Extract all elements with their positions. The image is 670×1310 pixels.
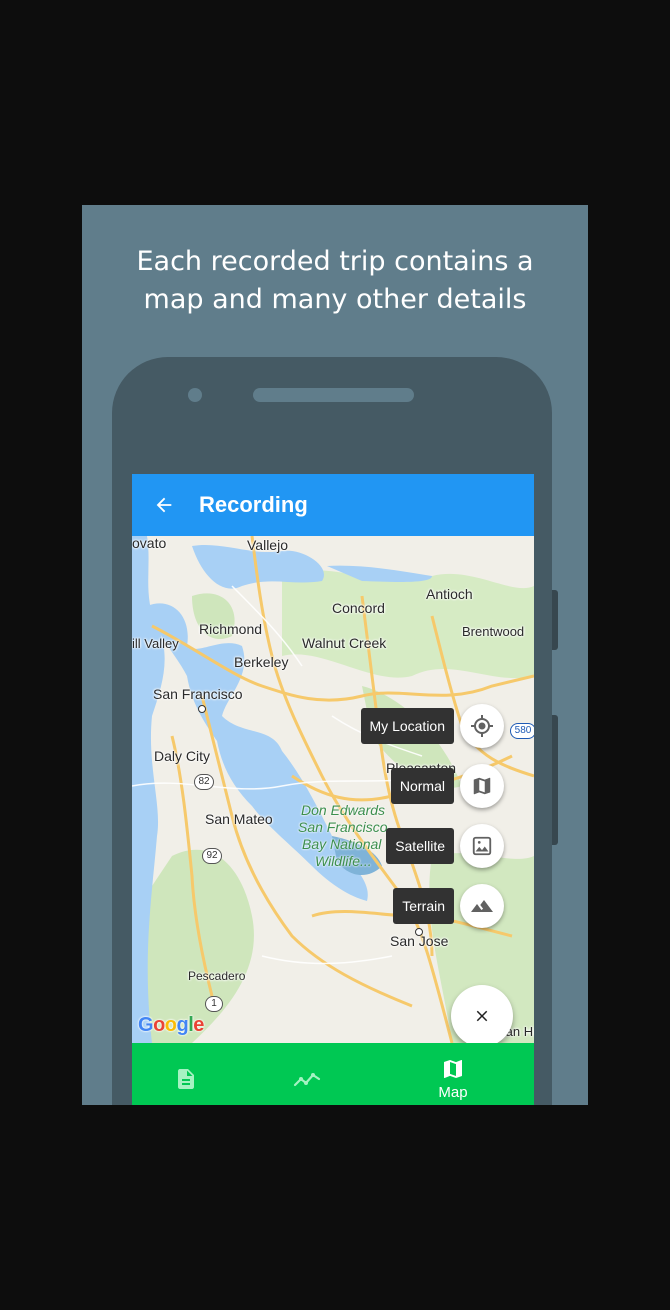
map-view[interactable]: ovato Vallejo Antioch Concord Richmond W… (132, 536, 534, 1043)
normal-label[interactable]: Normal (390, 768, 454, 804)
fab-row-satellite: Satellite (386, 824, 504, 868)
phone-speaker (253, 388, 414, 402)
highway-shield-82: 82 (194, 774, 214, 790)
promo-card: Each recorded trip contains a map and ma… (82, 205, 588, 1105)
map-icon (473, 777, 491, 795)
close-fab-button[interactable] (451, 985, 513, 1043)
my-location-button[interactable] (460, 704, 504, 748)
map-label-daly-city: Daly City (154, 748, 211, 764)
back-button[interactable] (150, 491, 178, 519)
headline-line-1: Each recorded trip contains a (136, 246, 534, 277)
headline: Each recorded trip contains a map and ma… (82, 243, 588, 319)
terrain-map-button[interactable] (460, 884, 504, 928)
my-location-label[interactable]: My Location (360, 708, 454, 744)
map-label-concord: Concord (332, 600, 385, 616)
fab-row-my-location: My Location (360, 704, 504, 748)
highway-shield-92: 92 (202, 848, 222, 864)
map-label-berkeley: Berkeley (234, 654, 289, 670)
map-park-label-line-1: Don Edwards (301, 802, 386, 818)
bottom-navigation: Map (132, 1043, 534, 1105)
google-logo: Google (138, 1014, 204, 1036)
close-icon (476, 1010, 488, 1022)
image-icon (472, 836, 492, 856)
map-label-san-francisco: San Francisco (153, 686, 243, 702)
satellite-label[interactable]: Satellite (386, 828, 454, 864)
fab-row-normal: Normal (390, 764, 504, 808)
app-screen: Recording ovato Vallejo Antioch Concord … (132, 474, 534, 1105)
highway-shield-580: 580 (510, 723, 534, 739)
headline-line-2: map and many other details (143, 284, 527, 315)
map-label-novato: ovato (132, 536, 167, 551)
map-label-pescadero: Pescadero (188, 969, 246, 983)
map-label-walnut-creek: Walnut Creek (302, 635, 387, 651)
satellite-map-button[interactable] (460, 824, 504, 868)
highway-shield-1: 1 (205, 996, 223, 1012)
terrain-icon (471, 900, 493, 912)
normal-map-button[interactable] (460, 764, 504, 808)
map-marker-san-francisco (198, 705, 206, 713)
map-label-vallejo: Vallejo (247, 537, 288, 553)
fab-row-terrain: Terrain (393, 884, 504, 928)
map-label-antioch: Antioch (426, 586, 473, 602)
chart-line-icon (293, 1072, 321, 1086)
map-park-label-line-4: Wildlife... (315, 853, 372, 869)
nav-map-label: Map (438, 1083, 468, 1101)
map-park-label-line-2: San Francisco (298, 819, 388, 835)
page-title: Recording (199, 492, 308, 517)
map-marker-san-jose (415, 928, 423, 936)
phone-power-button (552, 590, 558, 650)
crosshair-icon (471, 715, 493, 737)
map-park-label-line-3: Bay National (302, 836, 382, 852)
app-bar: Recording (132, 474, 534, 536)
nav-map-tab[interactable]: Map (392, 1043, 514, 1105)
map-label-richmond: Richmond (199, 621, 263, 637)
map-label-san-mateo: San Mateo (205, 811, 273, 827)
terrain-label[interactable]: Terrain (393, 888, 454, 924)
map-icon (444, 1059, 462, 1078)
map-label-brentwood: Brentwood (462, 624, 525, 639)
phone-volume-button (552, 715, 558, 845)
arrow-back-icon (156, 497, 172, 513)
nav-details-tab[interactable] (132, 1043, 240, 1105)
nav-chart-tab[interactable] (240, 1043, 374, 1105)
document-icon (178, 1068, 194, 1089)
map-label-mill-valley: ill Valley (132, 636, 179, 651)
phone-camera (188, 388, 202, 402)
